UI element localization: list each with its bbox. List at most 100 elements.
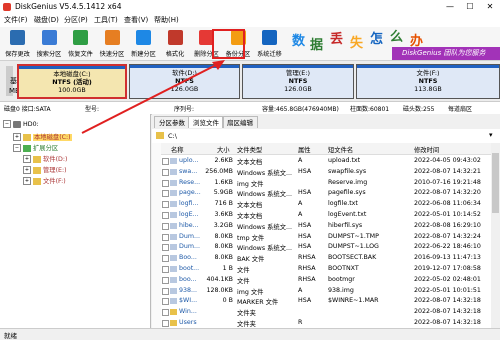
expand-icon[interactable]: + — [23, 177, 31, 185]
table-row[interactable]: Boo... 8.0KB BAK 文件 RHSA BOOTSECT.BAK 2016-09… — [161, 253, 491, 264]
collapse-icon[interactable]: − — [3, 120, 11, 128]
file-icon — [170, 287, 177, 294]
chevron-down-icon[interactable]: ▾ — [489, 131, 493, 139]
partition-fs: NTFS — [175, 77, 194, 85]
toolbar-button-1[interactable]: 搜索分区 — [34, 27, 65, 60]
table-row[interactable]: Rese... 1.6KB img 文件 Reserve.img 2010-07-16 … — [161, 178, 491, 189]
cell-name: Users — [179, 319, 197, 326]
table-row[interactable]: $WI... 0 B MARKER 文件 HSA $WINRE~1.MAR 2022-08… — [161, 296, 491, 307]
cell-short: DUMPST~1.LOG — [328, 243, 379, 251]
col-short-name[interactable]: 短文件名 — [328, 145, 353, 154]
partition-size: 126.0GB — [170, 85, 199, 93]
table-row[interactable]: logE... 3.6KB 文本文档 AlogEvent.txt 2022-05-01 … — [161, 210, 491, 221]
tree-item-2[interactable]: + 软件(D:) — [23, 154, 67, 163]
scrollbar-thumb[interactable] — [492, 153, 499, 213]
table-row[interactable]: page... 5.9GB Windows 系统文... HSA pagefile.sy… — [161, 188, 491, 199]
table-row[interactable]: swa... 256.0MB Windows 系统文... HSA swapfile.s… — [161, 167, 491, 178]
table-row[interactable]: boot... 1 B 文件 RHSA BOOTNXT 2019-12-07 17:08:… — [161, 264, 491, 275]
row-checkbox[interactable] — [162, 190, 169, 198]
partition-fs: NTFS — [418, 77, 438, 85]
row-checkbox[interactable] — [162, 287, 169, 295]
table-row[interactable]: 938... 128.0KB img 文件 A 938.img 2022-05-01 10… — [161, 286, 491, 297]
col-type[interactable]: 文件类型 — [237, 145, 262, 154]
banner-char: 数 — [291, 34, 305, 49]
cell-size: 716 B — [214, 200, 233, 208]
menu-disk[interactable]: 磁盘(D) — [34, 15, 59, 25]
cell-mtime: 2022-05-02 02:48:01 — [414, 275, 481, 283]
table-row[interactable]: uplo... 2.6KB 文本文档 Aupload.txt 2022-04-05 09… — [161, 156, 491, 167]
close-button[interactable]: ✕ — [480, 1, 500, 13]
partition-icon — [33, 177, 41, 185]
tab-partition-params[interactable]: 分区参数 — [154, 116, 190, 128]
partition-name: 本地磁盘(C:) — [53, 70, 91, 78]
toolbar-button-2[interactable]: 恢复文件 — [65, 27, 96, 60]
file-list-header — [161, 143, 491, 155]
row-checkbox[interactable] — [162, 222, 169, 230]
collapse-icon[interactable]: − — [13, 144, 21, 152]
row-checkbox[interactable] — [162, 233, 169, 241]
partition-block-0[interactable]: 本地磁盘(C:) NTFS (活动) 100.0GB — [17, 64, 127, 99]
row-checkbox[interactable] — [162, 266, 169, 273]
tree-disk-node[interactable]: − HD0: — [3, 120, 39, 128]
menu-tools[interactable]: 工具(T) — [94, 15, 118, 25]
toolbar-button-0[interactable]: 保存更改 — [2, 27, 33, 60]
col-modified-time[interactable]: 修改时间 — [414, 145, 439, 154]
table-row[interactable]: logfi... 716 B 文本文档 Alogfile.txt 2022-06-08 … — [161, 199, 491, 210]
menu-view[interactable]: 查看(V) — [124, 15, 148, 25]
partition-block-3[interactable]: 文件(F:) NTFS 113.8GB — [356, 64, 500, 99]
partition-icon — [33, 166, 41, 174]
cell-mtime: 2022-08-08 16:29:10 — [414, 221, 481, 229]
expand-icon[interactable]: + — [23, 155, 31, 163]
toolbar-button-8[interactable]: 系统迁移 — [254, 27, 285, 60]
tab-browse-files[interactable]: 浏览文件 — [188, 116, 224, 128]
tree-item-3[interactable]: + 管理(E:) — [23, 165, 67, 174]
menu-help[interactable]: 帮助(H) — [154, 15, 179, 25]
row-checkbox[interactable] — [162, 255, 169, 263]
toolbar-button-3[interactable]: 快速分区 — [97, 27, 128, 60]
toolbar-button-4[interactable]: 新建分区 — [128, 27, 159, 60]
table-row[interactable]: Dum... 8.0KB Windows 系统文... HSA DUMPST~1.LOG… — [161, 242, 491, 253]
col-name[interactable]: 名称 — [171, 145, 184, 154]
row-checkbox[interactable] — [162, 244, 169, 252]
vertical-scrollbar[interactable] — [491, 143, 500, 328]
partition-block-1[interactable]: 软件(D:) NTFS 126.0GB — [129, 64, 240, 99]
minimize-button[interactable]: — — [440, 1, 460, 13]
tree-item-4[interactable]: + 文件(F:) — [23, 176, 66, 185]
cell-short: logfile.txt — [328, 200, 358, 208]
file-icon — [170, 233, 177, 240]
expand-icon[interactable]: + — [13, 133, 21, 141]
tree-item-1[interactable]: − 扩展分区 — [13, 143, 58, 152]
col-attr[interactable]: 属性 — [298, 145, 311, 154]
row-checkbox[interactable] — [162, 158, 169, 165]
tree-item-0[interactable]: + 本地磁盘(C:) — [13, 132, 72, 141]
cell-type: 文件夹 — [237, 321, 256, 328]
cell-size: 8.0KB — [214, 232, 233, 240]
promo-banner[interactable]: 数据丢失怎么办 DiskGenius 团队为您服务 — [284, 27, 500, 60]
maximize-button[interactable]: ☐ — [460, 1, 480, 13]
cell-short: swapfile.sys — [328, 167, 367, 175]
path-bar[interactable]: C:\ ▾ — [152, 129, 500, 144]
row-checkbox[interactable] — [162, 320, 169, 327]
row-checkbox[interactable] — [162, 168, 169, 176]
row-checkbox[interactable] — [162, 201, 169, 209]
toolbar-button-5[interactable]: 格式化 — [160, 27, 191, 60]
row-checkbox[interactable] — [162, 212, 169, 219]
partition-block-2[interactable]: 管理(E:) NTFS 126.0GB — [242, 64, 354, 99]
menu-file[interactable]: 文件(F) — [4, 15, 28, 25]
cell-type: Windows 系统文... — [237, 245, 293, 253]
toolbar-button-label: 系统迁移 — [257, 51, 282, 58]
col-size[interactable]: 大小 — [217, 145, 230, 154]
row-checkbox[interactable] — [162, 298, 169, 306]
tab-sector-editor[interactable]: 扇区编辑 — [222, 116, 258, 128]
table-row[interactable]: boo... 404.1KB 文件 RHSA bootmgr 2022-05-02 02:… — [161, 275, 491, 286]
row-checkbox[interactable] — [162, 309, 169, 317]
row-checkbox[interactable] — [162, 179, 169, 187]
partition-info: 管理(E:) NTFS 126.0GB — [243, 69, 353, 93]
table-row[interactable]: hibe... 3.2GB Windows 系统文... HSA hiberfil.sy… — [161, 221, 491, 232]
menu-partition[interactable]: 分区(P) — [64, 15, 88, 25]
table-row[interactable]: Users 文件夹 R 2022-08-07 14:32:18 — [161, 318, 491, 328]
table-row[interactable]: Win... 文件夹 2022-08-07 14:32:18 — [161, 307, 491, 318]
expand-icon[interactable]: + — [23, 166, 31, 174]
table-row[interactable]: Dum... 8.0KB tmp 文件 HSA DUMPST~1.TMP 2022-08-… — [161, 232, 491, 243]
row-checkbox[interactable] — [162, 276, 169, 284]
